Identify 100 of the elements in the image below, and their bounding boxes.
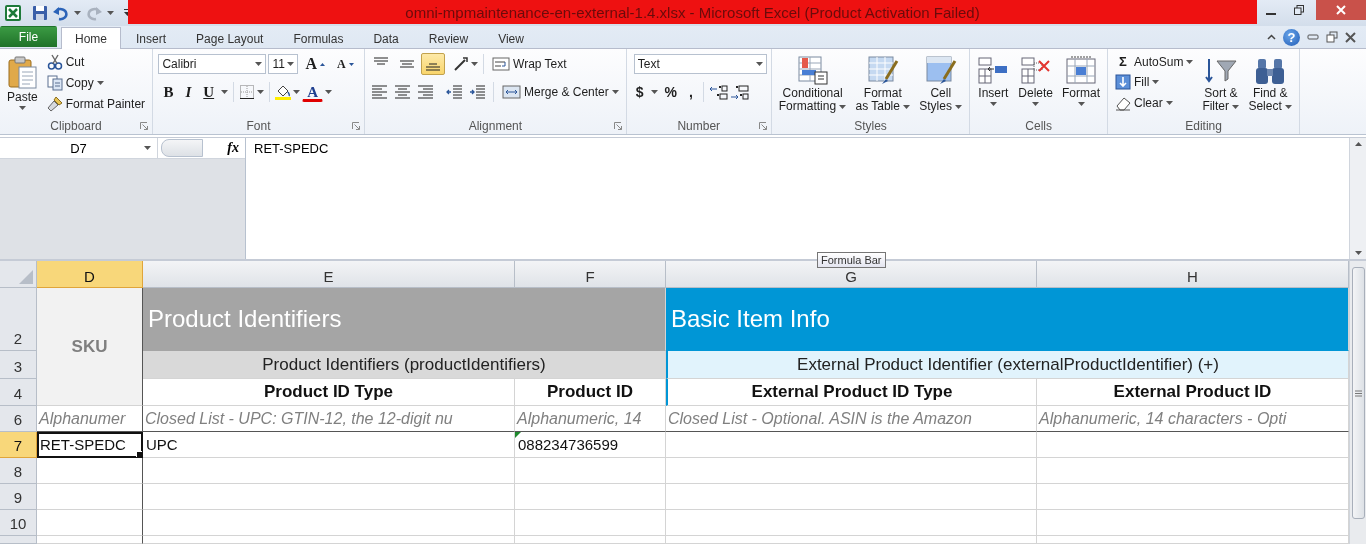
caret-icon (903, 104, 911, 109)
comma-button[interactable]: , (684, 82, 698, 102)
ribbon-tab[interactable]: Page Layout (181, 28, 279, 49)
percent-button[interactable]: % (659, 82, 682, 102)
scroll-thumb[interactable] (1351, 267, 1365, 519)
undo-icon[interactable] (53, 5, 69, 21)
number-format-field[interactable]: Text (633, 54, 767, 74)
formula-field[interactable]: RET-SPEDC (254, 141, 329, 156)
section-header: Basic Item Info (666, 288, 1349, 351)
increase-decimal-icon[interactable] (708, 84, 728, 100)
caret-icon[interactable] (471, 62, 479, 66)
column-header[interactable]: E (143, 261, 515, 288)
row-header[interactable]: 2 (0, 288, 37, 351)
ribbon-tab[interactable]: Insert (121, 28, 182, 49)
ribbon-tab[interactable]: Data (358, 28, 414, 49)
underline-button[interactable]: U (198, 81, 220, 103)
caret-icon[interactable] (650, 90, 658, 94)
arrow-down-icon[interactable] (1354, 251, 1362, 255)
dialog-launcher-icon[interactable] (352, 122, 361, 130)
cut-button[interactable]: Cut (43, 52, 149, 72)
group-label: Number (677, 118, 721, 133)
row-header[interactable]: 10 (0, 510, 37, 536)
eraser-icon (1115, 95, 1131, 111)
field-header: External Product ID (1037, 379, 1349, 406)
arrow-up-icon (320, 62, 325, 66)
ribbon-tab[interactable]: File (0, 26, 57, 47)
conditional-formatting-button[interactable]: Conditional Formatting (775, 52, 850, 117)
column-header[interactable]: F (515, 261, 666, 288)
decrease-decimal-icon[interactable] (729, 84, 749, 100)
ribbon-tab[interactable]: Formulas (278, 28, 359, 49)
save-icon[interactable] (32, 5, 48, 21)
arrow-down-icon (348, 62, 354, 66)
fill-button[interactable]: Fill (1112, 72, 1197, 92)
cell-styles-button[interactable]: Cell Styles (916, 52, 966, 117)
caret-icon (1152, 80, 1160, 84)
row-header[interactable]: 9 (0, 484, 37, 510)
grow-font-button[interactable]: A (300, 53, 330, 75)
paste-button[interactable]: Paste (4, 52, 41, 117)
cell-value[interactable]: UPC (143, 432, 515, 458)
caret-icon[interactable] (74, 11, 81, 15)
group-label: Styles (854, 118, 887, 133)
format-painter-button[interactable]: Format Painter (43, 94, 149, 114)
column-header[interactable]: D (37, 261, 143, 288)
close-button[interactable] (1316, 0, 1366, 20)
field-header: Product ID Type (143, 379, 515, 406)
caret-icon (839, 104, 847, 109)
formula-bar-handle[interactable] (161, 139, 203, 157)
autosum-button[interactable]: Σ AutoSum (1112, 52, 1197, 71)
clear-button[interactable]: Clear (1112, 93, 1197, 113)
format-as-table-button[interactable]: Format as Table (852, 52, 914, 117)
ribbon-tab[interactable]: View (483, 28, 539, 49)
caret-icon[interactable] (293, 90, 301, 94)
row-header[interactable]: 7 (0, 432, 37, 458)
column-header[interactable]: H (1037, 261, 1349, 288)
row-header[interactable]: 4 (0, 379, 37, 406)
delete-button[interactable]: Delete (1015, 52, 1056, 117)
minimize-icon[interactable] (1307, 32, 1319, 42)
row-header[interactable]: 6 (0, 406, 37, 432)
cell-value[interactable]: RET-SPEDC (37, 432, 143, 458)
redo-icon[interactable] (86, 5, 102, 21)
merge-center-button[interactable]: Merge & Center (499, 81, 622, 103)
arrow-up-icon[interactable] (1354, 142, 1362, 146)
close-icon[interactable] (1345, 31, 1356, 43)
restore-icon[interactable] (1326, 31, 1338, 43)
ribbon-tab[interactable]: Review (413, 28, 484, 49)
format-button[interactable]: Format (1059, 52, 1103, 117)
wrap-text-button[interactable]: Wrap Text (489, 53, 570, 75)
cell-brush-icon (924, 55, 957, 85)
sort-filter-button[interactable]: Sort & Filter (1199, 52, 1243, 117)
dialog-launcher-icon[interactable] (140, 122, 149, 130)
row-header[interactable]: 8 (0, 458, 37, 484)
caret-icon[interactable] (107, 11, 114, 15)
bottom-align-icon[interactable] (421, 53, 446, 75)
orientation-icon[interactable] (453, 56, 470, 72)
caret-icon[interactable] (324, 90, 332, 94)
dialog-launcher-icon[interactable] (613, 122, 622, 130)
fill-color-icon[interactable] (275, 84, 292, 100)
ribbon-tab[interactable]: Home (61, 27, 121, 49)
shrink-font-button[interactable]: A (332, 54, 359, 74)
cell-value[interactable]: 088234736599 (515, 432, 666, 458)
dialog-launcher-icon[interactable] (758, 122, 767, 130)
italic-button[interactable]: I (180, 81, 197, 103)
bold-button[interactable]: B (158, 81, 179, 103)
insert-function-button[interactable]: fx (227, 140, 239, 156)
font-name-field[interactable]: Calibri (158, 54, 267, 74)
field-description: Alphanumer (37, 406, 143, 432)
currency-button[interactable]: $ (630, 82, 649, 102)
sku-header: SKU (37, 288, 143, 406)
caret-icon[interactable] (221, 90, 229, 94)
insert-button[interactable]: Insert (974, 52, 1013, 117)
field-header: External Product ID Type (666, 379, 1037, 406)
font-size-field[interactable]: 11 (268, 54, 299, 74)
select-all-icon (19, 270, 33, 284)
collapse-ribbon-icon[interactable] (1267, 34, 1276, 40)
copy-button[interactable]: Copy (43, 73, 149, 93)
font-color-button[interactable]: A (302, 82, 323, 102)
caret-icon[interactable] (257, 90, 265, 94)
row-header[interactable]: 3 (0, 351, 37, 379)
borders-icon[interactable] (239, 84, 256, 100)
find-select-button[interactable]: Find & Select (1245, 52, 1296, 117)
